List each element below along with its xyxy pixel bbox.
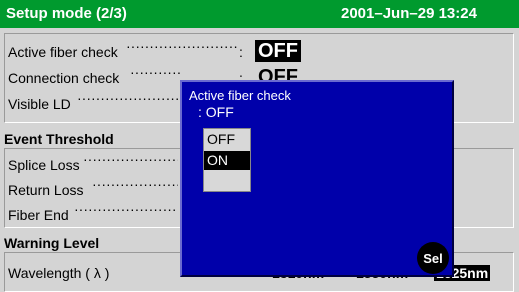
- setup-screen: Setup mode (2/3) 2001–Jun–29 13:24 Activ…: [0, 0, 519, 292]
- option-empty[interactable]: [204, 172, 250, 191]
- leader-dots: ······························: [77, 90, 178, 106]
- visible-ld-label: Visible LD: [8, 96, 71, 112]
- setting-wavelength[interactable]: Wavelength ( λ ): [8, 265, 178, 285]
- title-bar: Setup mode (2/3) 2001–Jun–29 13:24: [0, 0, 519, 28]
- option-on[interactable]: ON: [204, 151, 250, 170]
- active-fiber-check-value[interactable]: OFF: [255, 40, 301, 62]
- return-loss-label: Return Loss: [8, 182, 84, 198]
- colon: :: [239, 44, 243, 60]
- leader-dots: ·······························: [74, 201, 178, 217]
- dialog-title: Active fiber check: [189, 88, 291, 103]
- warning-level-heading: Warning Level: [4, 235, 100, 251]
- date-time: 2001–Jun–29 13:24: [341, 5, 477, 22]
- option-label: OFF: [207, 131, 235, 147]
- sel-button[interactable]: Sel: [417, 242, 449, 274]
- leader-dots: ···············: [130, 64, 180, 80]
- option-off[interactable]: OFF: [204, 130, 250, 149]
- leader-dots: ··································: [126, 38, 238, 54]
- option-label: ON: [207, 152, 228, 168]
- screen-title: Setup mode (2/3): [6, 5, 127, 22]
- setting-visible-ld[interactable]: Visible LD ·····························…: [8, 90, 178, 116]
- option-list: OFF ON: [203, 128, 251, 192]
- setting-fiber-end[interactable]: Fiber End ······························…: [8, 201, 178, 227]
- setting-return-loss[interactable]: Return Loss ··························: [8, 176, 178, 202]
- event-threshold-heading: Event Threshold: [4, 131, 114, 147]
- leader-dots: ··························: [92, 176, 178, 192]
- fiber-end-label: Fiber End: [8, 207, 69, 223]
- splice-loss-label: Splice Loss: [8, 157, 80, 173]
- selection-dialog: Active fiber check : OFF OFF ON Sel: [180, 80, 454, 277]
- wavelength-label: Wavelength ( λ ): [8, 265, 110, 281]
- leader-dots: ····························: [83, 151, 178, 167]
- setting-splice-loss[interactable]: Splice Loss ····························: [8, 151, 178, 177]
- active-fiber-check-label: Active fiber check: [8, 44, 118, 60]
- connection-check-label: Connection check: [8, 70, 120, 86]
- dialog-current-value: : OFF: [198, 104, 234, 120]
